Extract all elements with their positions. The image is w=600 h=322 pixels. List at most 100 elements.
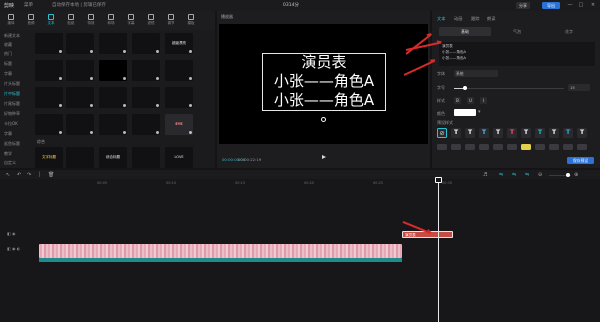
template-card[interactable] [66, 87, 94, 108]
redo-icon[interactable]: ↷ [27, 172, 31, 178]
category-item[interactable]: 字幕 [4, 71, 12, 77]
tool-template[interactable]: 模板 [184, 13, 198, 28]
subtab-basic[interactable]: 基础 [439, 27, 491, 36]
category-item[interactable]: 教学 [4, 151, 12, 157]
select-tool-icon[interactable]: ↖ [6, 172, 10, 178]
template-card[interactable]: 综合标题 [99, 147, 127, 168]
category-item[interactable]: 热门 [4, 51, 12, 57]
template-card[interactable]: LOVE [165, 147, 193, 168]
color-swatch[interactable] [454, 109, 476, 116]
size-slider-knob[interactable] [463, 86, 467, 90]
tool-sticker[interactable]: 贴纸 [64, 13, 78, 28]
link-icon[interactable]: ⇋ [499, 172, 503, 178]
preset-style-item[interactable] [465, 144, 475, 150]
audio-clip[interactable] [39, 258, 402, 262]
template-card[interactable] [99, 87, 127, 108]
template-card[interactable] [99, 114, 127, 135]
template-card[interactable] [35, 60, 63, 81]
preset-style-item[interactable] [451, 144, 461, 150]
export-button[interactable]: 导出 [542, 2, 560, 9]
preset-style-item[interactable]: T [535, 128, 545, 138]
preset-style-item[interactable] [577, 144, 587, 150]
preset-style-item[interactable] [535, 144, 545, 150]
template-card[interactable] [66, 114, 94, 135]
preset-style-item[interactable]: ⊘ [437, 128, 447, 138]
snap-icon[interactable]: ⇋ [512, 172, 516, 178]
playhead-handle[interactable] [435, 177, 442, 183]
preset-style-item[interactable]: T [479, 128, 489, 138]
preset-style-item[interactable] [549, 144, 559, 150]
menu-button[interactable]: 菜单 [24, 2, 33, 8]
template-card[interactable] [35, 114, 63, 135]
preset-style-item[interactable]: T [549, 128, 559, 138]
share-button[interactable]: 分享 [516, 2, 530, 9]
tool-caption[interactable]: 字幕 [124, 13, 138, 28]
play-icon[interactable] [322, 155, 326, 159]
tab-text[interactable]: 文本 [437, 16, 445, 22]
subtab-bubble[interactable]: 气泡 [491, 27, 543, 36]
zoom-out-icon[interactable]: ⊖ [538, 172, 542, 178]
category-item[interactable]: 自定义 [4, 160, 16, 166]
category-item[interactable]: 片头标题 [4, 81, 20, 87]
category-item[interactable]: 片尾标题 [4, 101, 20, 107]
template-card[interactable]: 超级漂亮 [165, 33, 193, 54]
italic-button[interactable]: I [480, 97, 487, 104]
template-card[interactable] [132, 87, 160, 108]
size-input[interactable]: 15 [568, 84, 590, 91]
template-card[interactable] [132, 33, 160, 54]
template-card[interactable] [99, 60, 127, 81]
preview-axis-icon[interactable]: ⇋ [525, 172, 529, 178]
preset-style-item[interactable] [479, 144, 489, 150]
template-card[interactable] [165, 87, 193, 108]
template-card[interactable] [99, 33, 127, 54]
preset-style-item[interactable] [437, 144, 447, 150]
template-card[interactable] [132, 60, 160, 81]
close-icon[interactable]: × [589, 1, 597, 10]
tab-animation[interactable]: 动画 [454, 16, 462, 22]
preset-style-item[interactable]: T [465, 128, 475, 138]
preset-style-item[interactable] [563, 144, 573, 150]
template-card[interactable] [66, 60, 94, 81]
maximize-icon[interactable]: □ [577, 1, 585, 10]
zoom-slider-knob[interactable] [566, 173, 570, 177]
preset-style-item[interactable]: T [563, 128, 573, 138]
category-item-active[interactable]: 片中标题 [4, 91, 20, 97]
category-item[interactable]: 字幕 [4, 131, 12, 137]
category-item[interactable]: 新建文本 [4, 33, 20, 39]
category-item[interactable]: 好物种草 [4, 111, 20, 117]
preset-style-item[interactable]: T [577, 128, 587, 138]
tool-text[interactable]: 文本 [44, 13, 58, 28]
category-item[interactable]: 标题 [4, 61, 12, 67]
template-card[interactable] [66, 33, 94, 54]
template-card[interactable] [35, 87, 63, 108]
template-card[interactable] [165, 60, 193, 81]
tool-audio[interactable]: 音频 [24, 13, 38, 28]
preset-style-item[interactable]: T [451, 128, 461, 138]
font-select[interactable]: 系统 [454, 70, 498, 77]
preset-style-item[interactable]: T [521, 128, 531, 138]
size-slider[interactable] [454, 88, 564, 90]
tab-read-aloud[interactable]: 朗读 [487, 16, 495, 22]
minimize-icon[interactable]: — [566, 1, 574, 10]
tool-effect[interactable]: 特效 [84, 13, 98, 28]
category-item[interactable]: 收藏 [4, 42, 12, 48]
video-clip[interactable] [39, 244, 402, 258]
template-card[interactable]: 文字标题 [35, 147, 63, 168]
preset-style-item[interactable] [493, 144, 503, 150]
template-card[interactable] [35, 33, 63, 54]
template-card[interactable] [132, 114, 160, 135]
subtab-fancy[interactable]: 花字 [543, 27, 595, 36]
template-card[interactable]: EYE [165, 114, 193, 135]
split-icon[interactable]: ⏐ [38, 172, 41, 178]
rotate-handle-icon[interactable] [321, 117, 326, 122]
save-preset-button[interactable]: 保存预设 [567, 157, 594, 164]
template-card[interactable] [132, 147, 160, 168]
zoom-in-icon[interactable]: ⊕ [574, 172, 578, 178]
template-card[interactable] [66, 147, 94, 168]
tool-media[interactable]: 媒体 [4, 13, 18, 28]
tool-filter[interactable]: 滤镜 [144, 13, 158, 28]
video-track-controls-icon[interactable]: ◧ ◉ ◐ [7, 246, 20, 251]
preset-style-item[interactable]: T [493, 128, 503, 138]
delete-icon[interactable]: 🗑 [48, 172, 54, 178]
preset-style-item[interactable]: T [507, 128, 517, 138]
